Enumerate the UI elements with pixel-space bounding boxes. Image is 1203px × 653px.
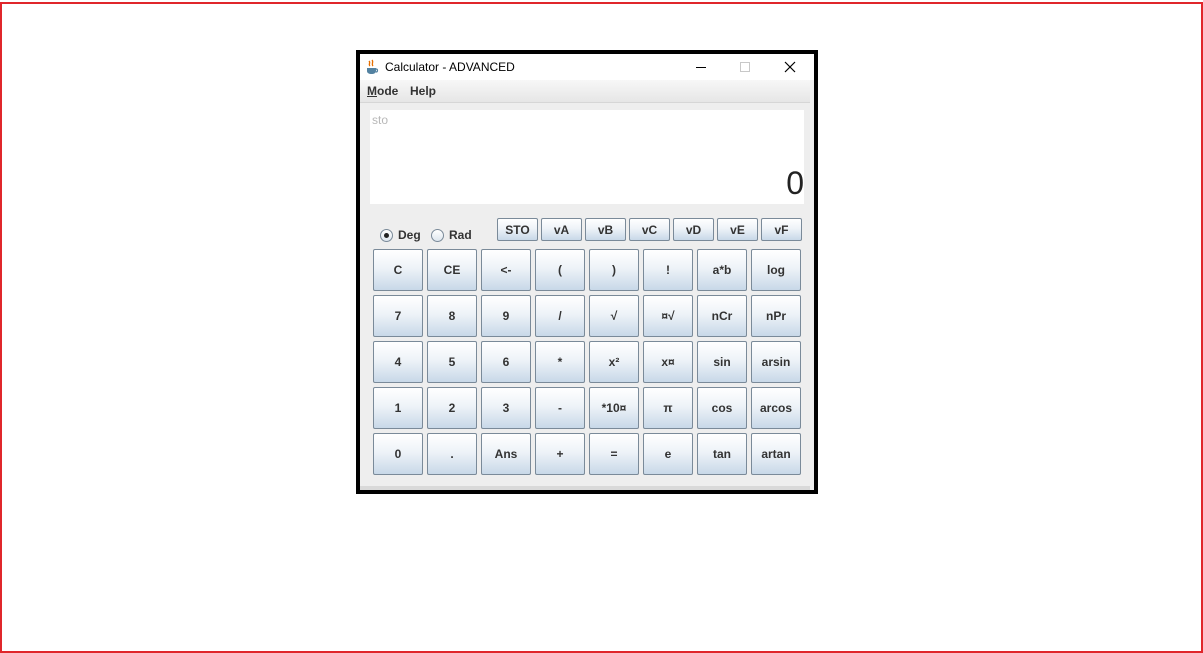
key-r2-c2[interactable]: 8 — [427, 295, 477, 337]
menu-help[interactable]: Help — [410, 84, 436, 98]
key-r4-c4[interactable]: - — [535, 387, 585, 429]
key-r3-c1[interactable]: 4 — [373, 341, 423, 383]
java-cup-icon — [367, 59, 379, 74]
key-r2-c8[interactable]: nPr — [751, 295, 801, 337]
rad-radio-label: Rad — [449, 228, 472, 242]
key-r4-c5[interactable]: *10¤ — [589, 387, 639, 429]
key-r5-c6[interactable]: e — [643, 433, 693, 475]
key-r1-c8[interactable]: log — [751, 249, 801, 291]
key-r5-c4[interactable]: + — [535, 433, 585, 475]
key-r4-c6[interactable]: π — [643, 387, 693, 429]
memory-button-va[interactable]: vA — [541, 218, 582, 241]
memory-button-sto[interactable]: STO — [497, 218, 538, 241]
minimize-button[interactable] — [679, 54, 723, 80]
key-r5-c7[interactable]: tan — [697, 433, 747, 475]
key-r1-c5[interactable]: ) — [589, 249, 639, 291]
window-bottom-edge — [360, 486, 810, 490]
key-r4-c3[interactable]: 3 — [481, 387, 531, 429]
close-button[interactable] — [768, 54, 812, 80]
rad-radio-indicator — [431, 228, 444, 242]
memory-button-vc[interactable]: vC — [629, 218, 670, 241]
menu-mode[interactable]: Mode — [367, 84, 398, 98]
key-r2-c5[interactable]: √ — [589, 295, 639, 337]
memory-button-vf[interactable]: vF — [761, 218, 802, 241]
memory-button-vb[interactable]: vB — [585, 218, 626, 241]
key-r4-c1[interactable]: 1 — [373, 387, 423, 429]
rad-radio[interactable]: Rad — [431, 228, 472, 242]
key-r4-c7[interactable]: cos — [697, 387, 747, 429]
key-r3-c2[interactable]: 5 — [427, 341, 477, 383]
display-panel: sto 0 — [370, 110, 804, 204]
menu-bar: Mode Help — [360, 80, 810, 103]
memory-button-vd[interactable]: vD — [673, 218, 714, 241]
minimize-icon — [696, 67, 706, 68]
key-r1-c4[interactable]: ( — [535, 249, 585, 291]
menu-mode-label: ode — [377, 84, 399, 98]
key-r3-c8[interactable]: arsin — [751, 341, 801, 383]
display-value: 0 — [786, 165, 804, 201]
menu-mode-mnemonic: M — [367, 84, 377, 98]
memory-button-ve[interactable]: vE — [717, 218, 758, 241]
key-r1-c7[interactable]: a*b — [697, 249, 747, 291]
key-r1-c3[interactable]: <- — [481, 249, 531, 291]
close-icon — [784, 61, 796, 73]
key-r4-c8[interactable]: arcos — [751, 387, 801, 429]
key-r5-c5[interactable]: = — [589, 433, 639, 475]
deg-radio-indicator — [380, 228, 393, 242]
calculator-window: Calculator - ADVANCED Mode Help sto 0 De… — [356, 50, 818, 494]
deg-radio[interactable]: Deg — [380, 228, 421, 242]
maximize-icon — [740, 62, 750, 72]
maximize-button[interactable] — [723, 54, 767, 80]
key-r1-c2[interactable]: CE — [427, 249, 477, 291]
key-r2-c3[interactable]: 9 — [481, 295, 531, 337]
key-r5-c2[interactable]: . — [427, 433, 477, 475]
key-r2-c4[interactable]: / — [535, 295, 585, 337]
title-bar[interactable]: Calculator - ADVANCED — [360, 54, 814, 80]
window-title: Calculator - ADVANCED — [385, 60, 515, 74]
key-r1-c6[interactable]: ! — [643, 249, 693, 291]
key-r3-c7[interactable]: sin — [697, 341, 747, 383]
key-r5-c1[interactable]: 0 — [373, 433, 423, 475]
key-r3-c4[interactable]: * — [535, 341, 585, 383]
key-r3-c3[interactable]: 6 — [481, 341, 531, 383]
key-r2-c6[interactable]: ¤√ — [643, 295, 693, 337]
key-r5-c3[interactable]: Ans — [481, 433, 531, 475]
deg-radio-label: Deg — [398, 228, 421, 242]
key-r2-c1[interactable]: 7 — [373, 295, 423, 337]
key-r3-c5[interactable]: x² — [589, 341, 639, 383]
key-r5-c8[interactable]: artan — [751, 433, 801, 475]
display-hint: sto — [372, 113, 389, 127]
key-r1-c1[interactable]: C — [373, 249, 423, 291]
key-r4-c2[interactable]: 2 — [427, 387, 477, 429]
key-r3-c6[interactable]: x¤ — [643, 341, 693, 383]
key-r2-c7[interactable]: nCr — [697, 295, 747, 337]
